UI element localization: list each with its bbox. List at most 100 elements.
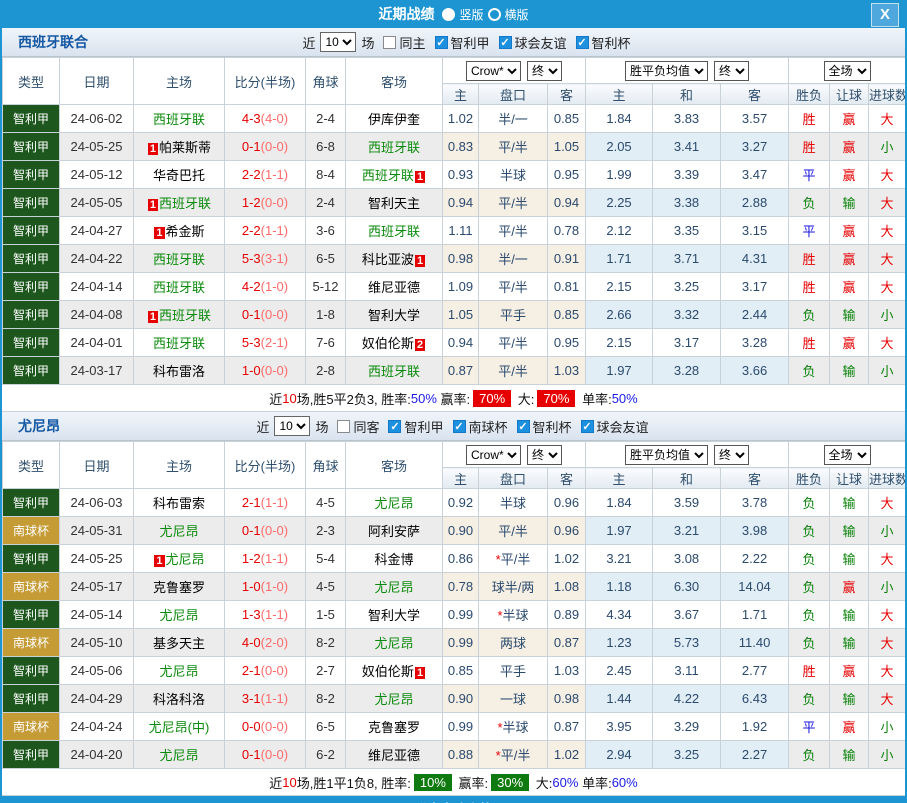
- mean-away: 3.28: [721, 329, 789, 357]
- summary-segment: 单率:: [578, 773, 611, 792]
- league-type-cell: 智利甲: [3, 161, 60, 189]
- landscape-label[interactable]: 横版: [505, 6, 529, 23]
- final-mean-select[interactable]: 终: [714, 445, 749, 465]
- result-goals: 大: [869, 273, 906, 301]
- score-cell: 0-1(0-0): [225, 517, 306, 545]
- league-checkbox[interactable]: ✓: [388, 420, 401, 433]
- league-checkbox-label[interactable]: 智利甲: [404, 417, 443, 436]
- final-odds-select[interactable]: 终: [527, 61, 562, 81]
- league-checkbox-label[interactable]: 智利杯: [533, 417, 572, 436]
- same-venue-label[interactable]: 同客: [353, 417, 379, 436]
- odds-home: 0.86: [443, 545, 479, 573]
- mean-home: 4.34: [586, 601, 653, 629]
- close-icon[interactable]: X: [871, 3, 899, 27]
- away-team-cell: 西班牙联: [346, 357, 443, 385]
- league-checkbox-label[interactable]: 球会友谊: [597, 417, 649, 436]
- mean-draw: 3.29: [653, 713, 721, 741]
- league-checkbox[interactable]: ✓: [499, 36, 512, 49]
- home-team-cell: 尤尼昂: [134, 517, 225, 545]
- home-team-cell: 科布雷洛: [134, 357, 225, 385]
- league-trend-link[interactable]: 联赛盘路走势: [2, 796, 905, 803]
- result-handicap: 赢: [830, 133, 869, 161]
- result-goals: 大: [869, 685, 906, 713]
- handicap-cell: 平/半: [479, 357, 548, 385]
- home-team-name: 西班牙联: [159, 196, 211, 211]
- match-row: 南球杯24-05-10基多天主4-0(2-0)8-2尤尼昂0.99两球0.871…: [3, 629, 906, 657]
- mean-home: 1.97: [586, 357, 653, 385]
- games-count-select[interactable]: 10: [274, 416, 310, 436]
- result-wdl: 负: [789, 741, 830, 769]
- same-venue-checkbox[interactable]: [383, 36, 396, 49]
- sub-column-header: 客: [548, 84, 586, 105]
- bookmaker-select[interactable]: Crow*: [466, 61, 521, 81]
- odds-away: 0.87: [548, 713, 586, 741]
- result-goals: 大: [869, 601, 906, 629]
- league-checkbox[interactable]: ✓: [576, 36, 589, 49]
- home-team-name: 西班牙联: [153, 252, 205, 267]
- portrait-label[interactable]: 竖版: [459, 6, 483, 23]
- score-cell: 0-1(0-0): [225, 133, 306, 161]
- final-odds-select[interactable]: 终: [527, 445, 562, 465]
- mean-draw: 3.71: [653, 245, 721, 273]
- result-wdl: 平: [789, 713, 830, 741]
- final-mean-select[interactable]: 终: [714, 61, 749, 81]
- corners-cell: 1-5: [306, 601, 346, 629]
- mean-home: 2.45: [586, 657, 653, 685]
- portrait-radio[interactable]: [442, 8, 455, 21]
- wdl-mean-select[interactable]: 胜平负均值: [625, 445, 708, 465]
- odds-away: 0.91: [548, 245, 586, 273]
- summary-segment: 大:: [514, 389, 534, 408]
- league-type-cell: 智利甲: [3, 601, 60, 629]
- mean-home: 1.23: [586, 629, 653, 657]
- home-team-name: 帕莱斯蒂: [159, 140, 211, 155]
- home-team-name: 西班牙联: [153, 112, 205, 127]
- away-team-name: 伊库伊奎: [368, 112, 420, 127]
- league-checkbox[interactable]: ✓: [435, 36, 448, 49]
- same-venue-label[interactable]: 同主: [399, 33, 425, 52]
- league-checkbox[interactable]: ✓: [453, 420, 466, 433]
- odds-away: 1.02: [548, 545, 586, 573]
- games-count-select[interactable]: 10: [320, 32, 356, 52]
- summary-segment: 10: [282, 391, 296, 406]
- corners-cell: 8-4: [306, 161, 346, 189]
- match-date: 24-05-12: [60, 161, 134, 189]
- league-checkbox-label[interactable]: 球会友谊: [515, 33, 567, 52]
- score-cell: 1-3(1-1): [225, 601, 306, 629]
- league-checkbox-label[interactable]: 智利甲: [451, 33, 490, 52]
- mean-away: 6.43: [721, 685, 789, 713]
- league-checkbox-label[interactable]: 南球杯: [469, 417, 508, 436]
- away-team-cell: 伊库伊奎: [346, 105, 443, 133]
- match-row: 智利甲24-06-03科布雷索2-1(1-1)4-5尤尼昂0.92半球0.961…: [3, 489, 906, 517]
- odds-home: 0.98: [443, 245, 479, 273]
- red-card-badge: 1: [154, 555, 164, 567]
- mean-home: 1.84: [586, 105, 653, 133]
- match-row: 智利甲24-05-06尤尼昂2-1(0-0)2-7奴伯伦斯10.85平手1.03…: [3, 657, 906, 685]
- sub-column-header: 主: [586, 468, 653, 489]
- mean-home: 2.25: [586, 189, 653, 217]
- landscape-radio[interactable]: [488, 8, 501, 21]
- result-handicap: 输: [830, 685, 869, 713]
- home-team-cell: 华奇巴托: [134, 161, 225, 189]
- handicap-cell: 平/半: [479, 133, 548, 161]
- wdl-mean-select[interactable]: 胜平负均值: [625, 61, 708, 81]
- away-team-cell: 科金博: [346, 545, 443, 573]
- result-goals: 大: [869, 629, 906, 657]
- bookmaker-select[interactable]: Crow*: [466, 445, 521, 465]
- mean-away: 3.57: [721, 105, 789, 133]
- mean-home: 1.18: [586, 573, 653, 601]
- league-checkbox-label[interactable]: 智利杯: [592, 33, 631, 52]
- league-checkbox[interactable]: ✓: [581, 420, 594, 433]
- handicap-cell: 半球: [479, 161, 548, 189]
- handicap-cell: 平/半: [479, 189, 548, 217]
- league-checkbox[interactable]: ✓: [517, 420, 530, 433]
- mean-away: 3.78: [721, 489, 789, 517]
- same-venue-checkbox[interactable]: [337, 420, 350, 433]
- away-team-name: 西班牙联: [368, 364, 420, 379]
- scope-select[interactable]: 全场: [824, 445, 871, 465]
- match-row: 南球杯24-05-31尤尼昂0-1(0-0)2-3阿利安萨0.90平/半0.96…: [3, 517, 906, 545]
- scope-select[interactable]: 全场: [824, 61, 871, 81]
- match-row: 智利甲24-04-081西班牙联0-1(0-0)1-8智利大学1.05平手0.8…: [3, 301, 906, 329]
- mean-draw: 5.73: [653, 629, 721, 657]
- match-date: 24-05-06: [60, 657, 134, 685]
- score-cell: 2-2(1-1): [225, 161, 306, 189]
